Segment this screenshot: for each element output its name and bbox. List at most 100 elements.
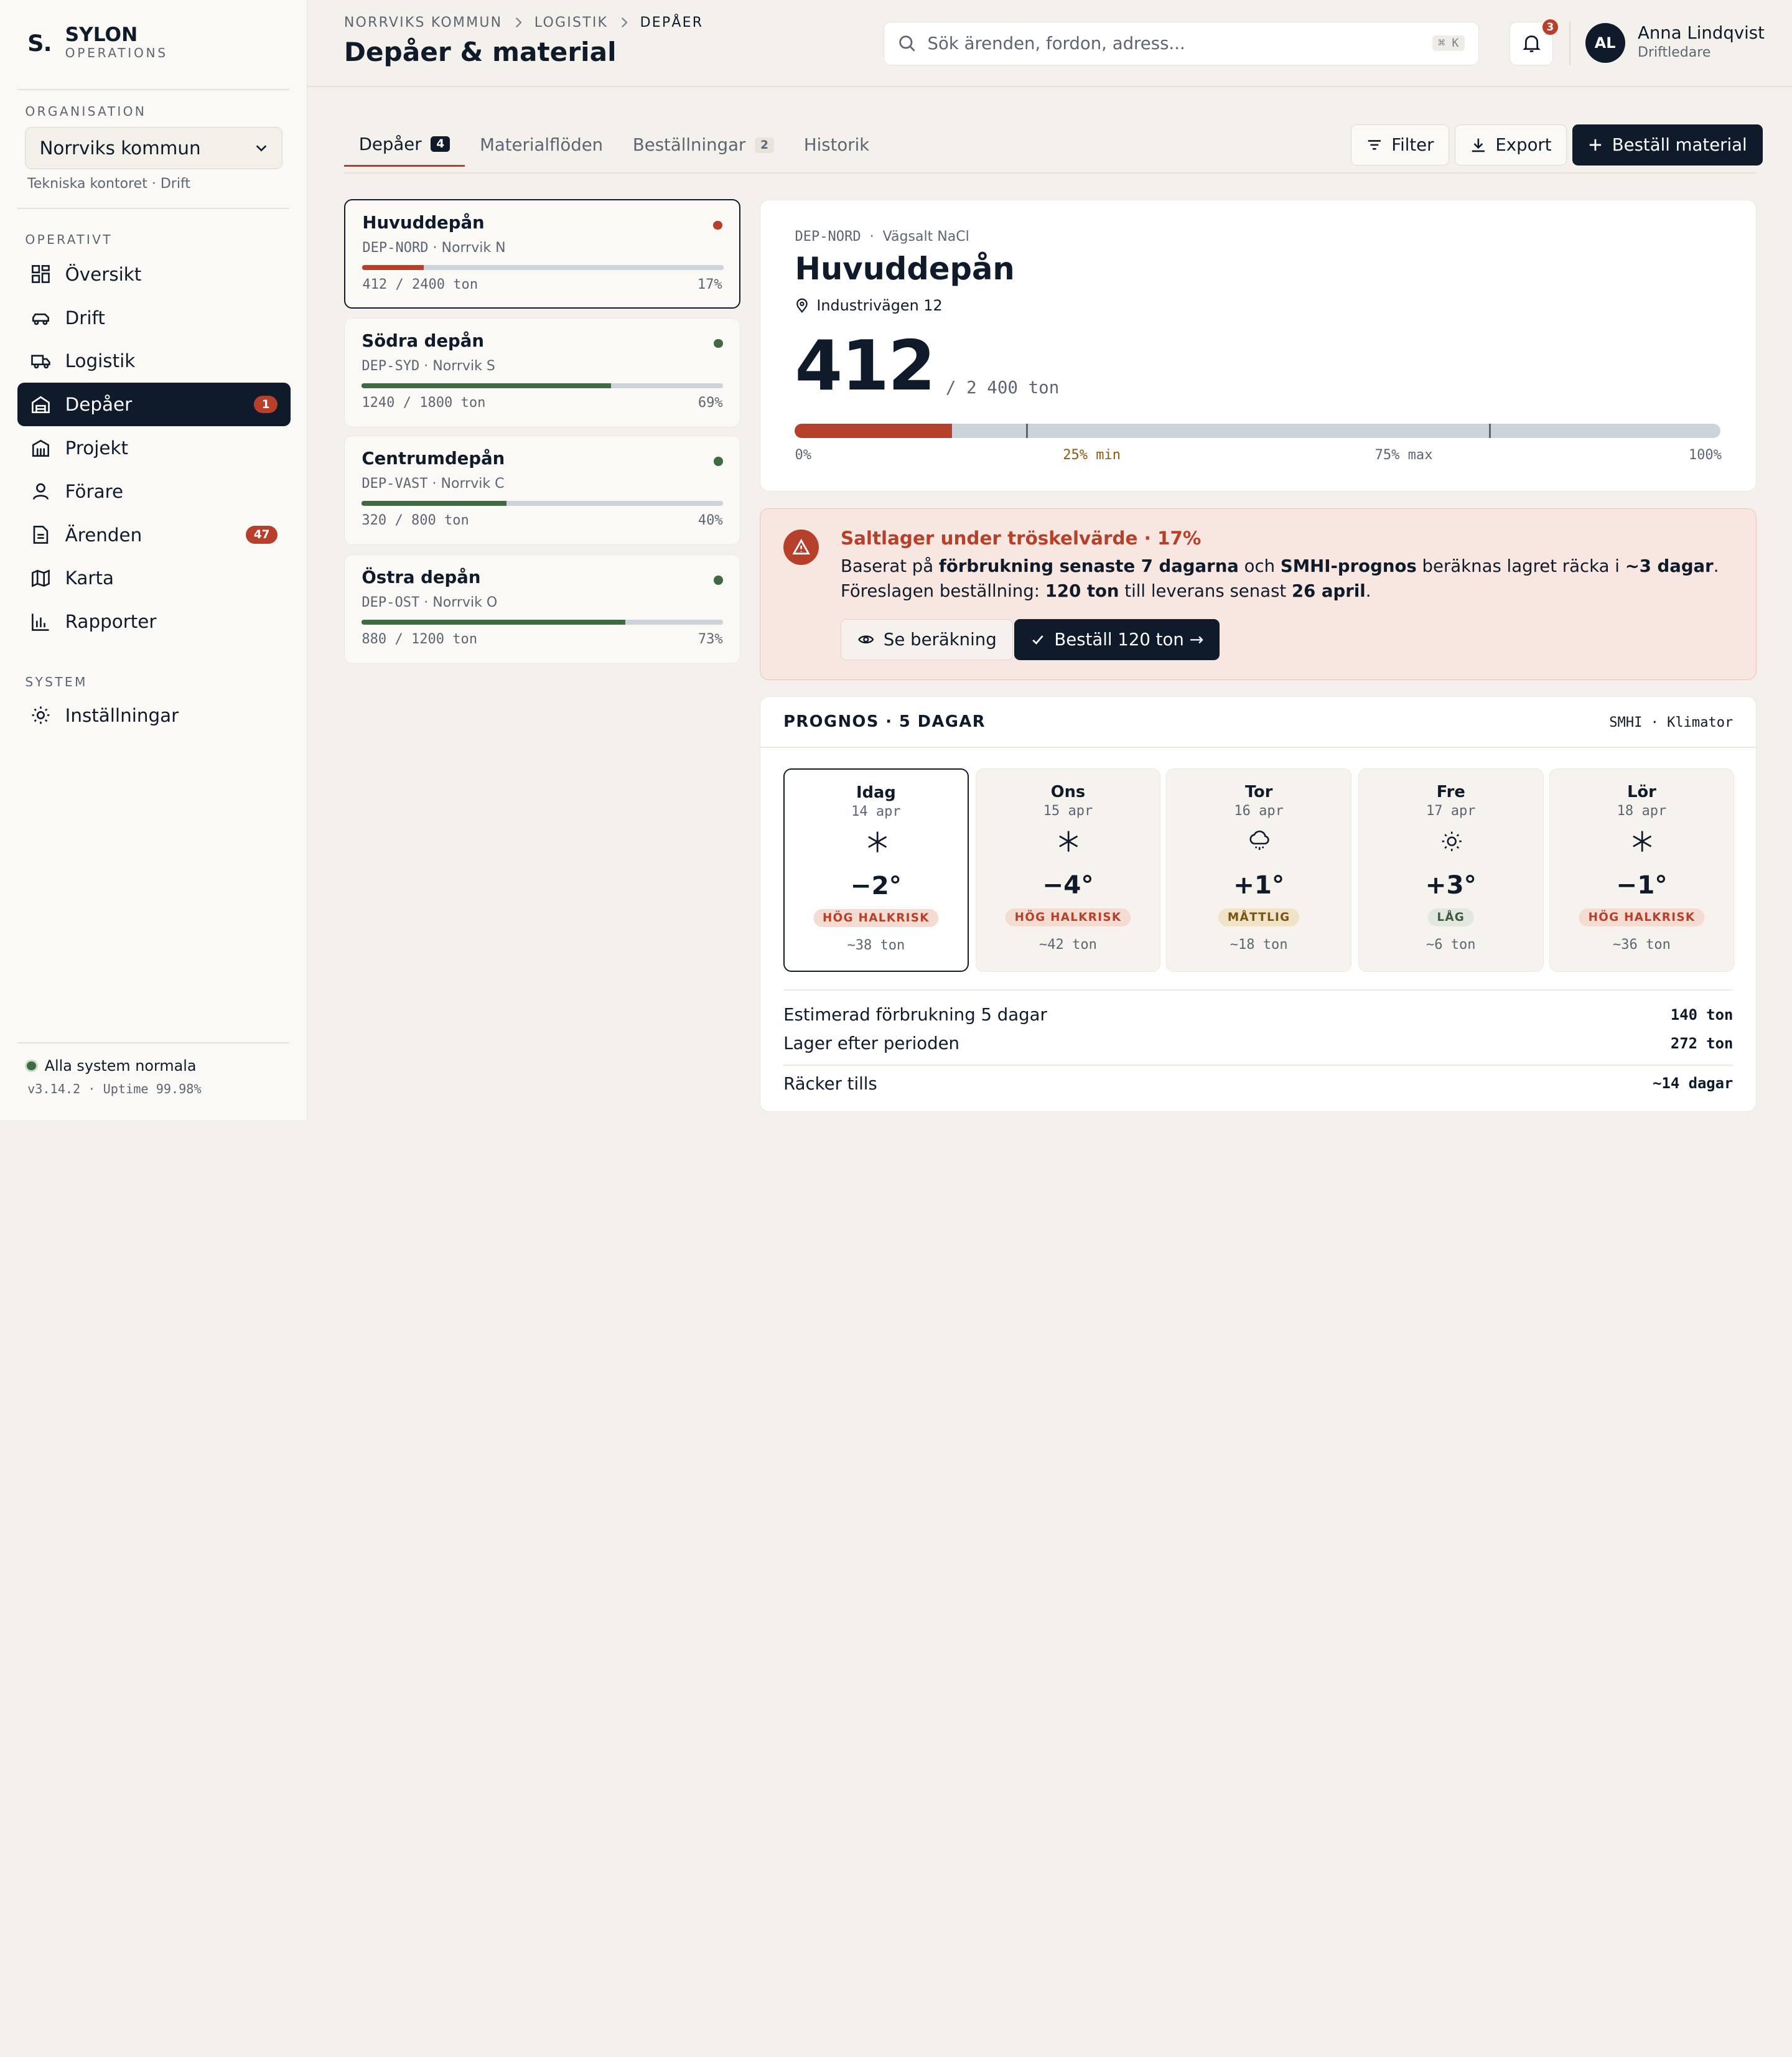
nav-item-rapporter[interactable]: Rapporter bbox=[17, 600, 291, 643]
plus-icon bbox=[1589, 139, 1602, 151]
risk-badge: MÅTTLIG bbox=[1218, 908, 1300, 926]
divider bbox=[17, 89, 289, 91]
depot-card[interactable]: Östra depån DEP-OST · Norrvik O 880 / 12… bbox=[343, 554, 741, 665]
order-material-button[interactable]: Beställ material bbox=[1572, 124, 1763, 166]
day-name: Tor bbox=[1244, 783, 1273, 802]
divider bbox=[760, 747, 1757, 749]
nav-item-drift[interactable]: Drift bbox=[17, 296, 291, 340]
nav-item-installningar[interactable]: Inställningar bbox=[17, 694, 291, 737]
day-consumption: ~36 ton bbox=[1613, 937, 1671, 953]
alert-line: Baserat på förbrukning senaste 7 dagarna… bbox=[840, 556, 1719, 576]
risk-badge: LÅG bbox=[1427, 908, 1474, 926]
chevron-right-icon bbox=[621, 17, 628, 28]
forecast-day[interactable]: Idag 14 apr −2° HÖG HALKRISK ~38 ton bbox=[783, 768, 969, 973]
search-input[interactable] bbox=[927, 33, 1421, 54]
tab-count: 4 bbox=[431, 136, 450, 152]
order-120-button[interactable]: Beställ 120 ton → bbox=[1014, 618, 1220, 660]
depot-amount: 320 / 800 ton bbox=[362, 512, 469, 528]
day-name: Idag bbox=[856, 783, 896, 803]
grid-icon bbox=[31, 265, 50, 284]
depot-fill-bar bbox=[362, 620, 723, 625]
snowflake-icon bbox=[867, 831, 887, 852]
map-icon bbox=[31, 569, 50, 587]
day-date: 18 apr bbox=[1617, 803, 1667, 819]
depot-card[interactable]: Södra depån DEP-SYD · Norrvik S 1240 / 1… bbox=[343, 317, 741, 427]
filter-button[interactable]: Filter bbox=[1350, 124, 1450, 166]
organisation-note: Tekniska kontoret · Drift bbox=[27, 175, 190, 192]
divider bbox=[783, 1064, 1734, 1066]
version-info: v3.14.2 · Uptime 99.98% bbox=[27, 1081, 202, 1096]
gauge-label-max: 75% max bbox=[1374, 447, 1433, 464]
forecast-day[interactable]: Tor 16 apr +1° MÅTTLIG ~18 ton bbox=[1166, 768, 1351, 973]
forecast-day[interactable]: Fre 17 apr +3° LÅG ~6 ton bbox=[1358, 768, 1544, 973]
organisation-label: ORGANISATION bbox=[25, 104, 147, 119]
breadcrumb-item[interactable]: LOGISTIK bbox=[534, 15, 608, 30]
summary-value: 140 ton bbox=[1670, 1006, 1734, 1024]
breadcrumb-item[interactable]: NORRVIKS KOMMUN bbox=[344, 15, 503, 30]
depot-fill bbox=[362, 501, 506, 506]
low-stock-alert: Saltlager under tröskelvärde · 17% Baser… bbox=[760, 508, 1757, 680]
nav-item-projekt[interactable]: Projekt bbox=[17, 426, 291, 470]
nav-label: Inställningar bbox=[65, 704, 179, 726]
brand-logo[interactable]: S. SYLON OPERATIONS bbox=[27, 25, 168, 62]
divider bbox=[1569, 21, 1570, 65]
user-name[interactable]: Anna Lindqvist bbox=[1638, 23, 1765, 43]
nav-item-karta[interactable]: Karta bbox=[17, 556, 291, 600]
section-label-operativt: OPERATIVT bbox=[25, 231, 113, 247]
brand-mark: S. bbox=[27, 30, 52, 57]
day-name: Fre bbox=[1436, 783, 1465, 802]
depot-name: Södra depån bbox=[362, 330, 484, 351]
day-name: Ons bbox=[1050, 783, 1086, 802]
bar-chart-icon bbox=[31, 613, 49, 631]
divider bbox=[17, 208, 289, 210]
warehouse-icon bbox=[31, 396, 50, 413]
check-icon bbox=[1032, 635, 1043, 645]
depot-card[interactable]: Centrumdepån DEP-VAST · Norrvik C 320 / … bbox=[343, 435, 741, 546]
avatar[interactable]: AL bbox=[1585, 22, 1625, 63]
breadcrumb-current: DEPÅER bbox=[640, 14, 704, 30]
nav-item-logistik[interactable]: Logistik bbox=[17, 339, 291, 383]
filter-icon bbox=[1368, 140, 1381, 150]
location-pin-icon bbox=[796, 298, 808, 313]
gauge-label-min: 25% min bbox=[1063, 447, 1121, 464]
tab-historik[interactable]: Historik bbox=[789, 123, 884, 167]
depot-card[interactable]: Huvuddepån DEP-NORD · Norrvik N 412 / 24… bbox=[343, 198, 741, 309]
car-icon bbox=[32, 314, 49, 325]
organisation-select[interactable]: Norrviks kommun bbox=[25, 126, 282, 169]
filter-label: Filter bbox=[1391, 135, 1434, 156]
depot-code: DEP-OST · Norrvik O bbox=[362, 595, 498, 611]
forecast-day[interactable]: Ons 15 apr −4° HÖG HALKRISK ~42 ton bbox=[975, 768, 1161, 973]
day-name: Lör bbox=[1627, 783, 1656, 802]
depot-address: Industrivägen 12 bbox=[795, 297, 943, 314]
truck-icon bbox=[30, 355, 50, 369]
forecast-day[interactable]: Lör 18 apr −1° HÖG HALKRISK ~36 ton bbox=[1549, 768, 1735, 973]
summary-row: Estimerad förbrukning 5 dagar 140 ton bbox=[783, 1005, 1733, 1025]
depot-detail-meta: DEP-NORD · Vägsalt NaCl bbox=[795, 229, 969, 245]
view-calculation-label: Se beräkning bbox=[883, 629, 997, 650]
nav-badge: 47 bbox=[246, 526, 278, 544]
view-calculation-button[interactable]: Se beräkning bbox=[840, 618, 1014, 660]
nav-label: Rapporter bbox=[65, 611, 157, 633]
summary-value: ~14 dagar bbox=[1653, 1075, 1734, 1093]
notifications-button[interactable]: 3 bbox=[1510, 17, 1560, 65]
depot-percent: 17% bbox=[697, 276, 722, 292]
tab-materialfloden[interactable]: Materialflöden bbox=[465, 123, 618, 167]
export-button[interactable]: Export bbox=[1455, 124, 1567, 166]
tab-depaer[interactable]: Depåer 4 bbox=[343, 123, 465, 167]
divider bbox=[307, 85, 1792, 87]
tab-bestallningar[interactable]: Beställningar 2 bbox=[618, 123, 789, 167]
day-temperature: +1° bbox=[1233, 869, 1285, 900]
order-120-label: Beställ 120 ton → bbox=[1054, 629, 1204, 650]
nav-item-arenden[interactable]: Ärenden 47 bbox=[17, 513, 291, 557]
day-consumption: ~18 ton bbox=[1230, 937, 1288, 953]
depot-percent: 40% bbox=[698, 512, 723, 528]
search-box[interactable]: ⌘ K bbox=[883, 21, 1479, 65]
building-icon bbox=[32, 439, 49, 457]
nav-item-oversikt[interactable]: Översikt bbox=[17, 253, 291, 296]
nav-label: Depåer bbox=[65, 394, 133, 416]
depot-amount: 880 / 1200 ton bbox=[362, 631, 478, 647]
divider bbox=[783, 989, 1734, 991]
nav-item-depaer[interactable]: Depåer 1 bbox=[17, 383, 291, 427]
summary-label: Räcker tills bbox=[783, 1073, 877, 1094]
nav-item-forare[interactable]: Förare bbox=[17, 470, 291, 513]
